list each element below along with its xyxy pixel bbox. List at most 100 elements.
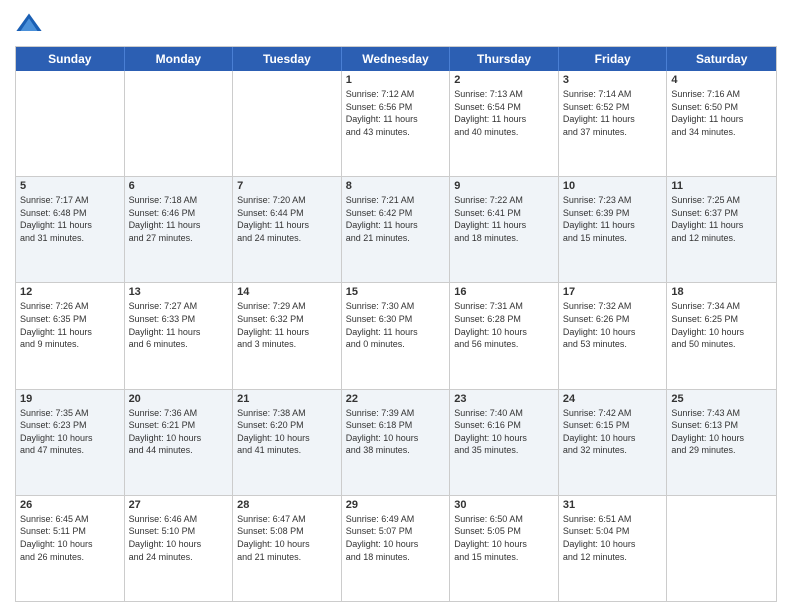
cal-cell: 20 Sunrise: 7:36 AM Sunset: 6:21 PM Dayli… xyxy=(125,390,234,495)
cell-info: Sunrise: 7:35 AM Sunset: 6:23 PM Dayligh… xyxy=(20,407,120,457)
cal-cell: 19 Sunrise: 7:35 AM Sunset: 6:23 PM Dayli… xyxy=(16,390,125,495)
cal-cell: 12Sunrise: 7:26 AM Sunset: 6:35 PM Dayli… xyxy=(16,283,125,388)
cell-info: Sunrise: 7:25 AM Sunset: 6:37 PM Dayligh… xyxy=(671,194,772,244)
calendar: SundayMondayTuesdayWednesdayThursdayFrid… xyxy=(15,46,777,602)
day-number: 4 xyxy=(671,74,772,86)
calendar-row-2: 12Sunrise: 7:26 AM Sunset: 6:35 PM Dayli… xyxy=(16,283,776,389)
day-number: 30 xyxy=(454,499,554,511)
day-number: 5 xyxy=(20,180,120,192)
day-number: 31 xyxy=(563,499,663,511)
cal-cell: 8 Sunrise: 7:21 AM Sunset: 6:42 PM Daylig… xyxy=(342,177,451,282)
header xyxy=(15,10,777,38)
cal-cell: 11Sunrise: 7:25 AM Sunset: 6:37 PM Dayli… xyxy=(667,177,776,282)
header-day-wednesday: Wednesday xyxy=(342,47,451,71)
header-day-sunday: Sunday xyxy=(16,47,125,71)
cell-info: Sunrise: 7:20 AM Sunset: 6:44 PM Dayligh… xyxy=(237,194,337,244)
cell-info: Sunrise: 7:17 AM Sunset: 6:48 PM Dayligh… xyxy=(20,194,120,244)
cal-cell: 6 Sunrise: 7:18 AM Sunset: 6:46 PM Daylig… xyxy=(125,177,234,282)
day-number: 16 xyxy=(454,286,554,298)
cell-info: Sunrise: 6:45 AM Sunset: 5:11 PM Dayligh… xyxy=(20,513,120,563)
logo xyxy=(15,10,47,38)
cell-info: Sunrise: 7:26 AM Sunset: 6:35 PM Dayligh… xyxy=(20,300,120,350)
cell-info: Sunrise: 7:36 AM Sunset: 6:21 PM Dayligh… xyxy=(129,407,229,457)
cal-cell: 10 Sunrise: 7:23 AM Sunset: 6:39 PM Dayli… xyxy=(559,177,668,282)
day-number: 3 xyxy=(563,74,663,86)
logo-icon xyxy=(15,10,43,38)
day-number: 19 xyxy=(20,393,120,405)
day-number: 7 xyxy=(237,180,337,192)
cell-info: Sunrise: 7:34 AM Sunset: 6:25 PM Dayligh… xyxy=(671,300,772,350)
cal-cell: 5 Sunrise: 7:17 AM Sunset: 6:48 PM Daylig… xyxy=(16,177,125,282)
cal-cell: 3 Sunrise: 7:14 AM Sunset: 6:52 PM Daylig… xyxy=(559,71,668,176)
cal-cell: 9Sunrise: 7:22 AM Sunset: 6:41 PM Daylig… xyxy=(450,177,559,282)
day-number: 26 xyxy=(20,499,120,511)
cal-cell: 27Sunrise: 6:46 AM Sunset: 5:10 PM Dayli… xyxy=(125,496,234,601)
day-number: 20 xyxy=(129,393,229,405)
calendar-row-0: 1 Sunrise: 7:12 AM Sunset: 6:56 PM Daylig… xyxy=(16,71,776,177)
cal-cell: 26 Sunrise: 6:45 AM Sunset: 5:11 PM Dayli… xyxy=(16,496,125,601)
cell-info: Sunrise: 7:23 AM Sunset: 6:39 PM Dayligh… xyxy=(563,194,663,244)
header-day-saturday: Saturday xyxy=(667,47,776,71)
cell-info: Sunrise: 6:49 AM Sunset: 5:07 PM Dayligh… xyxy=(346,513,446,563)
cal-cell: 7 Sunrise: 7:20 AM Sunset: 6:44 PM Daylig… xyxy=(233,177,342,282)
calendar-row-1: 5 Sunrise: 7:17 AM Sunset: 6:48 PM Daylig… xyxy=(16,177,776,283)
cal-cell: 21 Sunrise: 7:38 AM Sunset: 6:20 PM Dayli… xyxy=(233,390,342,495)
day-number: 8 xyxy=(346,180,446,192)
cal-cell: 18 Sunrise: 7:34 AM Sunset: 6:25 PM Dayli… xyxy=(667,283,776,388)
cal-cell: 31 Sunrise: 6:51 AM Sunset: 5:04 PM Dayli… xyxy=(559,496,668,601)
cell-info: Sunrise: 7:31 AM Sunset: 6:28 PM Dayligh… xyxy=(454,300,554,350)
day-number: 24 xyxy=(563,393,663,405)
cal-cell: 28 Sunrise: 6:47 AM Sunset: 5:08 PM Dayli… xyxy=(233,496,342,601)
cell-info: Sunrise: 7:30 AM Sunset: 6:30 PM Dayligh… xyxy=(346,300,446,350)
cell-info: Sunrise: 7:27 AM Sunset: 6:33 PM Dayligh… xyxy=(129,300,229,350)
day-number: 28 xyxy=(237,499,337,511)
cell-info: Sunrise: 7:39 AM Sunset: 6:18 PM Dayligh… xyxy=(346,407,446,457)
day-number: 10 xyxy=(563,180,663,192)
day-number: 21 xyxy=(237,393,337,405)
page: SundayMondayTuesdayWednesdayThursdayFrid… xyxy=(0,0,792,612)
cal-cell: 23 Sunrise: 7:40 AM Sunset: 6:16 PM Dayli… xyxy=(450,390,559,495)
cal-cell: 29Sunrise: 6:49 AM Sunset: 5:07 PM Dayli… xyxy=(342,496,451,601)
cell-info: Sunrise: 7:18 AM Sunset: 6:46 PM Dayligh… xyxy=(129,194,229,244)
day-number: 23 xyxy=(454,393,554,405)
cell-info: Sunrise: 7:38 AM Sunset: 6:20 PM Dayligh… xyxy=(237,407,337,457)
header-day-friday: Friday xyxy=(559,47,668,71)
calendar-row-3: 19 Sunrise: 7:35 AM Sunset: 6:23 PM Dayli… xyxy=(16,390,776,496)
day-number: 27 xyxy=(129,499,229,511)
cal-cell xyxy=(16,71,125,176)
cal-cell: 17 Sunrise: 7:32 AM Sunset: 6:26 PM Dayli… xyxy=(559,283,668,388)
day-number: 22 xyxy=(346,393,446,405)
cal-cell: 22 Sunrise: 7:39 AM Sunset: 6:18 PM Dayli… xyxy=(342,390,451,495)
cell-info: Sunrise: 7:14 AM Sunset: 6:52 PM Dayligh… xyxy=(563,88,663,138)
day-number: 15 xyxy=(346,286,446,298)
cell-info: Sunrise: 7:29 AM Sunset: 6:32 PM Dayligh… xyxy=(237,300,337,350)
day-number: 25 xyxy=(671,393,772,405)
cell-info: Sunrise: 7:12 AM Sunset: 6:56 PM Dayligh… xyxy=(346,88,446,138)
day-number: 1 xyxy=(346,74,446,86)
cell-info: Sunrise: 7:40 AM Sunset: 6:16 PM Dayligh… xyxy=(454,407,554,457)
cal-cell: 24Sunrise: 7:42 AM Sunset: 6:15 PM Dayli… xyxy=(559,390,668,495)
cell-info: Sunrise: 6:47 AM Sunset: 5:08 PM Dayligh… xyxy=(237,513,337,563)
cal-cell: 14 Sunrise: 7:29 AM Sunset: 6:32 PM Dayli… xyxy=(233,283,342,388)
cell-info: Sunrise: 7:43 AM Sunset: 6:13 PM Dayligh… xyxy=(671,407,772,457)
cal-cell: 1 Sunrise: 7:12 AM Sunset: 6:56 PM Daylig… xyxy=(342,71,451,176)
cell-info: Sunrise: 6:51 AM Sunset: 5:04 PM Dayligh… xyxy=(563,513,663,563)
cell-info: Sunrise: 7:32 AM Sunset: 6:26 PM Dayligh… xyxy=(563,300,663,350)
day-number: 6 xyxy=(129,180,229,192)
header-day-tuesday: Tuesday xyxy=(233,47,342,71)
cell-info: Sunrise: 7:13 AM Sunset: 6:54 PM Dayligh… xyxy=(454,88,554,138)
cal-cell: 30 Sunrise: 6:50 AM Sunset: 5:05 PM Dayli… xyxy=(450,496,559,601)
header-day-monday: Monday xyxy=(125,47,234,71)
day-number: 17 xyxy=(563,286,663,298)
cal-cell xyxy=(667,496,776,601)
cal-cell xyxy=(125,71,234,176)
day-number: 18 xyxy=(671,286,772,298)
cal-cell: 13Sunrise: 7:27 AM Sunset: 6:33 PM Dayli… xyxy=(125,283,234,388)
cell-info: Sunrise: 7:21 AM Sunset: 6:42 PM Dayligh… xyxy=(346,194,446,244)
calendar-row-4: 26 Sunrise: 6:45 AM Sunset: 5:11 PM Dayli… xyxy=(16,496,776,601)
cal-cell: 25 Sunrise: 7:43 AM Sunset: 6:13 PM Dayli… xyxy=(667,390,776,495)
day-number: 14 xyxy=(237,286,337,298)
cell-info: Sunrise: 6:50 AM Sunset: 5:05 PM Dayligh… xyxy=(454,513,554,563)
calendar-body: 1 Sunrise: 7:12 AM Sunset: 6:56 PM Daylig… xyxy=(16,71,776,601)
calendar-header: SundayMondayTuesdayWednesdayThursdayFrid… xyxy=(16,47,776,71)
